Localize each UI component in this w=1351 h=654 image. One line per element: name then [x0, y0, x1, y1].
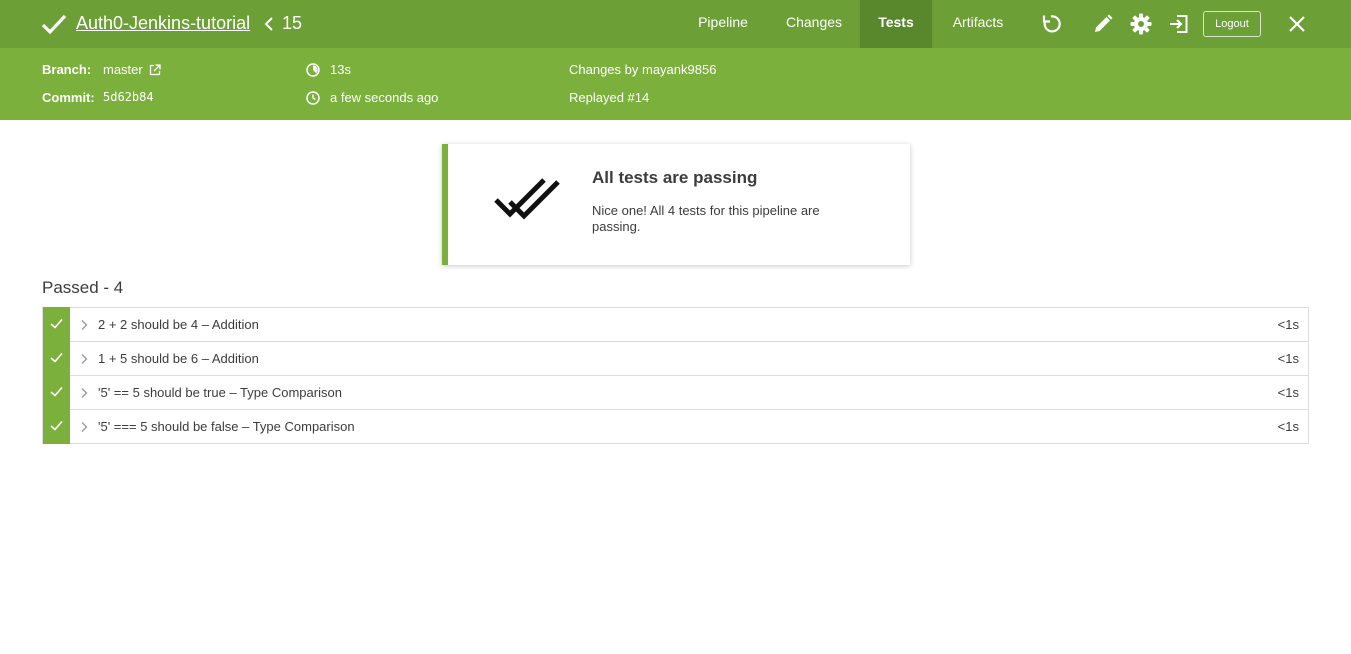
logout-button[interactable]: Logout: [1203, 11, 1261, 37]
started-value: a few seconds ago: [330, 90, 439, 105]
pass-status: [43, 409, 70, 444]
chevron-right-icon[interactable]: [80, 319, 88, 331]
pass-status: [43, 341, 70, 376]
check-icon: [50, 420, 63, 431]
pass-status: [43, 307, 70, 342]
edit-icon[interactable]: [1091, 12, 1115, 36]
duration-value: 13s: [330, 62, 351, 77]
commit-label: Commit:: [42, 90, 95, 105]
external-link-icon[interactable]: [149, 64, 161, 76]
commit-value: 5d62b84: [103, 90, 154, 104]
test-name: 2 + 2 should be 4 – Addition: [98, 317, 259, 332]
settings-icon[interactable]: [1129, 12, 1153, 36]
run-summary: Branch: master Commit: 5d62b84 13s a few…: [0, 48, 1351, 120]
test-duration: <1s: [1277, 385, 1299, 400]
clock-icon: [306, 91, 320, 105]
tab-changes[interactable]: Changes: [773, 0, 855, 48]
pipeline-title-link[interactable]: Auth0-Jenkins-tutorial: [76, 13, 250, 34]
test-row[interactable]: 2 + 2 should be 4 – Addition <1s: [43, 307, 1308, 342]
check-icon: [50, 386, 63, 397]
passed-heading: Passed - 4: [42, 278, 124, 297]
all-passing-card: All tests are passing Nice one! All 4 te…: [442, 144, 910, 265]
replay-icon[interactable]: [1039, 12, 1063, 36]
tab-pipeline[interactable]: Pipeline: [686, 0, 760, 48]
close-icon[interactable]: [1285, 12, 1309, 36]
chevron-right-icon[interactable]: [80, 421, 88, 433]
test-name: '5' == 5 should be true – Type Compariso…: [98, 385, 342, 400]
check-icon: [50, 352, 63, 363]
card-message: Nice one! All 4 tests for this pipeline …: [592, 203, 820, 234]
chevron-right-icon[interactable]: [80, 387, 88, 399]
branch-value: master: [103, 62, 143, 77]
branch-label: Branch:: [42, 62, 92, 77]
test-name: 1 + 5 should be 6 – Addition: [98, 351, 259, 366]
test-duration: <1s: [1277, 351, 1299, 366]
test-name: '5' === 5 should be false – Type Compari…: [98, 419, 355, 434]
test-duration: <1s: [1277, 317, 1299, 332]
run-number: 15: [282, 13, 303, 33]
double-check-icon: [494, 178, 560, 220]
replayed-link[interactable]: Replayed #14: [569, 90, 649, 105]
tab-tests[interactable]: Tests: [860, 0, 932, 48]
tab-artifacts[interactable]: Artifacts: [940, 0, 1016, 48]
card-title: All tests are passing: [592, 168, 758, 187]
test-results-list: 2 + 2 should be 4 – Addition <1s 1 + 5 s…: [42, 307, 1309, 444]
chevron-left-icon[interactable]: [263, 15, 275, 33]
changes-by: Changes by mayank9856: [569, 62, 717, 77]
test-duration: <1s: [1277, 419, 1299, 434]
test-row[interactable]: '5' == 5 should be true – Type Compariso…: [43, 375, 1308, 410]
test-row[interactable]: 1 + 5 should be 6 – Addition <1s: [43, 341, 1308, 376]
top-bar: Auth0-Jenkins-tutorial 15 Pipeline Chang…: [0, 0, 1351, 48]
duration-icon: [306, 63, 320, 77]
pass-status: [43, 375, 70, 410]
test-row[interactable]: '5' === 5 should be false – Type Compari…: [43, 409, 1308, 444]
chevron-right-icon[interactable]: [80, 353, 88, 365]
success-check-icon: [41, 14, 67, 35]
check-icon: [50, 318, 63, 329]
open-classic-icon[interactable]: [1167, 12, 1191, 36]
